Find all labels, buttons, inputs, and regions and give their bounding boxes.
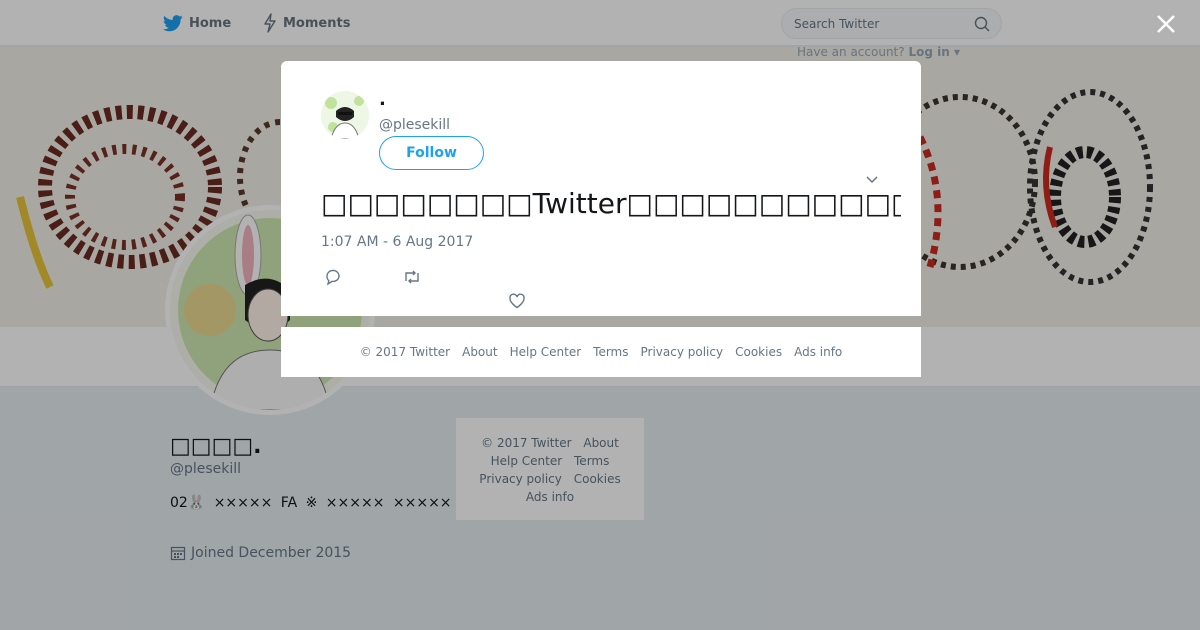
- follow-button[interactable]: Follow: [379, 136, 484, 170]
- close-icon[interactable]: [1154, 12, 1178, 36]
- have-account-text: Have an account?: [797, 45, 905, 59]
- login-prompt: Have an account? Log in ▾: [797, 45, 960, 59]
- tweet-modal: . @plesekill Follow □□□□□□□□Twitter□□□□□…: [281, 61, 921, 316]
- tweet-author-avatar[interactable]: [321, 91, 369, 139]
- modal-footer-privacy-link[interactable]: Privacy policy: [641, 345, 724, 359]
- reply-icon[interactable]: [324, 268, 342, 286]
- modal-footer-copyright: © 2017 Twitter: [359, 345, 451, 359]
- retweet-icon[interactable]: [402, 268, 422, 286]
- tweet-timestamp[interactable]: 1:07 AM - 6 Aug 2017: [321, 234, 473, 250]
- heart-icon[interactable]: [508, 292, 526, 310]
- tweet-author-name[interactable]: .: [379, 89, 386, 110]
- modal-footer: © 2017 Twitter About Help Center Terms P…: [281, 327, 921, 377]
- modal-footer-help-link[interactable]: Help Center: [510, 345, 582, 359]
- tweet-text: □□□□□□□□Twitter□□□□□□□□□□□□□□□□□□□□□: [321, 187, 901, 220]
- tweet-author-handle[interactable]: @plesekill: [379, 117, 450, 133]
- modal-footer-terms-link[interactable]: Terms: [593, 345, 628, 359]
- modal-footer-ads-link[interactable]: Ads info: [794, 345, 842, 359]
- modal-footer-cookies-link[interactable]: Cookies: [735, 345, 782, 359]
- login-link[interactable]: Log in ▾: [908, 45, 960, 59]
- modal-footer-about-link[interactable]: About: [462, 345, 497, 359]
- chevron-down-icon[interactable]: [865, 173, 879, 187]
